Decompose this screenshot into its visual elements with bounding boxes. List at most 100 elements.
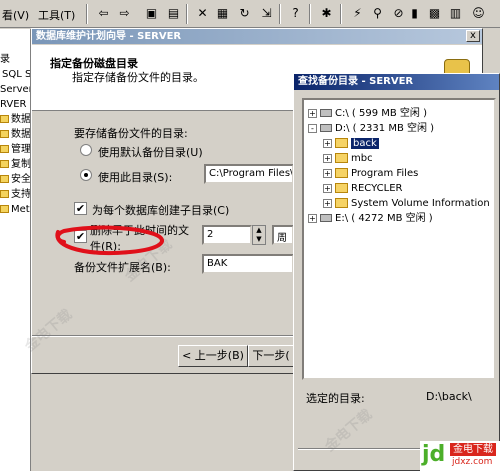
expand-icon[interactable]: + [308, 213, 317, 223]
expand-icon[interactable]: + [323, 183, 332, 193]
tree-node-folder[interactable]: + RECYCLER [323, 182, 402, 196]
back-button[interactable]: < 上一步(B) [178, 345, 248, 367]
browse-title: 查找备份目录 - SERVER [298, 76, 414, 87]
tree-item-label: 复制 [11, 159, 31, 170]
ext-field[interactable]: BAK [202, 254, 294, 274]
toolbar-separator [186, 4, 188, 24]
tree-item[interactable]: 复制 [0, 158, 31, 172]
delete-icon[interactable]: ✕ [194, 5, 211, 22]
menu-tools[interactable]: 工具(T) [38, 7, 75, 23]
tree-item[interactable]: 录 [0, 53, 10, 67]
show-tree-icon[interactable]: ▤ [165, 5, 182, 22]
tree-item[interactable]: 支持 [0, 188, 31, 202]
toolbar-separator [340, 4, 342, 24]
tree-item[interactable]: SQL S [2, 68, 31, 82]
tree-node-label: System Volume Information [351, 198, 490, 209]
tree-item-label: 管理 [11, 144, 31, 155]
tree-node-folder[interactable]: + Program Files [323, 167, 418, 181]
wizard-step-subtitle: 指定存储备份文件的目录。 [72, 71, 204, 84]
tree-item[interactable]: Server [0, 83, 30, 97]
tree-node-drive[interactable]: + C:\ ( 599 MB 空闲 ) [308, 107, 427, 121]
toolbar-separator [279, 4, 281, 24]
tree-item-label: 安全 [11, 174, 31, 185]
backup-dir-field[interactable]: C:\Program Files\Mi [204, 164, 294, 184]
run-icon[interactable]: ⚡ [349, 5, 366, 22]
properties-icon[interactable]: ▦ [214, 5, 231, 22]
folder-icon [0, 205, 9, 213]
browse-title-bar: 查找备份目录 - SERVER [294, 74, 499, 90]
browse-backup-dir-dialog: 查找备份目录 - SERVER + C:\ ( 599 MB 空闲 ) - D:\ … [293, 73, 500, 471]
subdir-checkbox-label[interactable]: 为每个数据库创建子目录(C) [92, 202, 229, 218]
tree-item-label: SQL S [2, 69, 31, 80]
back-arrow-icon[interactable]: ⇦ [95, 5, 112, 22]
mmc-toolbar: 看(V) 工具(T) ⇦ ⇨ ▣ ▤ ✕ ▦ ↻ ⇲ ? ✱ ⚡ ⚲ ⊘ ▮ ▩… [0, 0, 500, 28]
expand-icon[interactable]: + [323, 153, 332, 163]
tree-item[interactable]: 安全 [0, 173, 31, 187]
directory-tree[interactable]: + C:\ ( 599 MB 空闲 ) - D:\ ( 2331 MB 空闲 ) +… [302, 98, 496, 380]
site-badge: jd 金电下载 jdxz.com [420, 441, 500, 471]
radio-default-dir-label[interactable]: 使用默认备份目录(U) [98, 144, 203, 160]
tree-node-drive[interactable]: - D:\ ( 2331 MB 空闲 ) [308, 122, 434, 136]
folder-icon [335, 183, 348, 193]
expand-icon[interactable]: + [323, 198, 332, 208]
tree-node-folder-selected[interactable]: + back [323, 137, 379, 151]
tree-item-label: Met [11, 204, 30, 215]
toolbar-separator [309, 4, 311, 24]
button-separator [32, 335, 294, 337]
wizard-title-bar: 数据库维护计划向导 - SERVER [32, 29, 482, 44]
radio-use-this-dir[interactable] [80, 169, 92, 181]
tree-item[interactable]: RVER [0, 98, 27, 112]
tree-item[interactable]: Met [0, 203, 30, 217]
expand-icon[interactable]: + [323, 138, 332, 148]
refresh-icon[interactable]: ↻ [236, 5, 253, 22]
server-icon[interactable]: ▩ [426, 5, 443, 22]
tree-item[interactable]: 数据 [0, 128, 30, 142]
folder-icon [335, 168, 348, 178]
connect-icon[interactable]: ⚲ [369, 5, 386, 22]
forward-arrow-icon[interactable]: ⇨ [116, 5, 133, 22]
new-table-icon[interactable]: ▥ [447, 5, 464, 22]
delete-age-spinner[interactable]: ▲ ▼ [252, 225, 266, 245]
expand-icon[interactable]: + [323, 168, 332, 178]
toolbar-separator [86, 4, 88, 24]
tree-node-folder[interactable]: + mbc [323, 152, 373, 166]
badge-logo: jd [422, 442, 446, 467]
selected-dir-value: D:\back\ [426, 390, 472, 403]
tree-item-label: 数据 [11, 114, 31, 125]
tree-node-label: mbc [351, 153, 373, 164]
drive-icon [320, 214, 332, 222]
help-icon[interactable]: ? [287, 5, 304, 22]
delete-age-field[interactable]: 2 [202, 225, 252, 245]
user-icon[interactable]: ☺ [470, 5, 487, 22]
next-button[interactable]: 下一步( [248, 345, 294, 367]
wizard-title: 数据库维护计划向导 - SERVER [36, 31, 182, 42]
wizard-close-button[interactable]: x [466, 30, 480, 42]
tree-item[interactable]: 数据 [0, 113, 31, 127]
radio-use-this-dir-label[interactable]: 使用此目录(S): [98, 169, 172, 185]
folder-icon [335, 138, 348, 148]
tree-node-folder[interactable]: + System Volume Information [323, 197, 490, 211]
export-icon[interactable]: ⇲ [258, 5, 275, 22]
tree-item-label: 录 [0, 54, 10, 65]
folder-icon [0, 175, 9, 183]
folder-icon [335, 198, 348, 208]
expand-icon[interactable]: + [308, 108, 317, 118]
drive-icon [320, 109, 332, 117]
tree-item-label: RVER [0, 99, 27, 110]
tree-item[interactable]: 管理 [0, 143, 31, 157]
tree-node-label: RECYCLER [351, 183, 403, 194]
drive-icon [320, 124, 332, 132]
subdir-checkbox[interactable]: ✔ [74, 202, 87, 215]
delete-unit-select[interactable]: 周 [272, 225, 294, 245]
tree-node-label: E:\ ( 4272 MB 空闲 ) [335, 213, 433, 224]
stop-icon[interactable]: ⊘ [390, 5, 407, 22]
folder-icon [0, 160, 9, 168]
menu-view[interactable]: 看(V) [2, 7, 29, 23]
wizard-icon[interactable]: ✱ [318, 5, 335, 22]
up-folder-icon[interactable]: ▣ [143, 5, 160, 22]
tree-node-drive[interactable]: + E:\ ( 4272 MB 空闲 ) [308, 212, 433, 226]
tree-item-label: 支持 [11, 189, 31, 200]
database-icon[interactable]: ▮ [406, 5, 423, 22]
radio-default-dir[interactable] [80, 144, 92, 156]
collapse-icon[interactable]: - [308, 123, 317, 133]
